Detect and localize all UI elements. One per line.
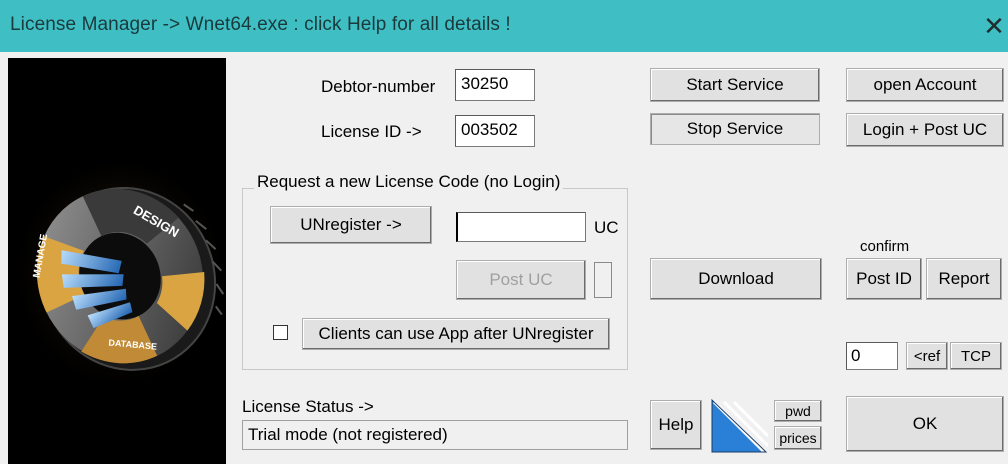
ref-button[interactable]: <ref bbox=[906, 342, 948, 370]
license-id-field[interactable]: 003502 bbox=[455, 115, 535, 147]
unregister-button[interactable]: UNregister -> bbox=[270, 206, 432, 244]
uc-indicator bbox=[594, 262, 612, 298]
ok-button[interactable]: OK bbox=[846, 396, 1004, 452]
start-service-button[interactable]: Start Service bbox=[650, 68, 820, 102]
gear-logo-icon: MANAGE DESIGN DATABASE bbox=[8, 58, 230, 464]
report-button[interactable]: Report bbox=[926, 258, 1002, 300]
license-status-field: Trial mode (not registered) bbox=[242, 420, 628, 450]
help-button[interactable]: Help bbox=[650, 400, 702, 450]
close-icon[interactable]: ✕ bbox=[980, 8, 1008, 44]
request-license-group-title: Request a new License Code (no Login) bbox=[254, 172, 564, 192]
window-title: License Manager -> Wnet64.exe : click He… bbox=[10, 14, 511, 35]
post-uc-button[interactable]: Post UC bbox=[456, 260, 586, 300]
clients-can-use-button[interactable]: Clients can use App after UNregister bbox=[302, 318, 610, 350]
clients-can-use-checkbox[interactable] bbox=[273, 325, 288, 340]
stripes-brand-icon bbox=[708, 398, 768, 454]
confirm-label: confirm bbox=[860, 238, 910, 255]
license-id-label: License ID -> bbox=[321, 122, 422, 141]
debtor-number-label: Debtor-number bbox=[321, 77, 436, 96]
pwd-button[interactable]: pwd bbox=[774, 400, 822, 422]
login-post-uc-button[interactable]: Login + Post UC bbox=[846, 113, 1004, 147]
post-id-button[interactable]: Post ID bbox=[846, 258, 922, 300]
uc-code-input[interactable] bbox=[456, 212, 586, 242]
title-bar: License Manager -> Wnet64.exe : click He… bbox=[0, 0, 1008, 52]
license-manager-window: License Manager -> Wnet64.exe : click He… bbox=[0, 0, 1008, 464]
debtor-number-field[interactable]: 30250 bbox=[455, 69, 535, 101]
open-account-button[interactable]: open Account bbox=[846, 68, 1004, 102]
ref-counter-field[interactable]: 0 bbox=[846, 342, 898, 370]
stop-service-button[interactable]: Stop Service bbox=[650, 113, 820, 145]
prices-button[interactable]: prices bbox=[774, 426, 822, 450]
license-status-label: License Status -> bbox=[242, 397, 374, 416]
uc-label: UC bbox=[594, 218, 619, 237]
download-button[interactable]: Download bbox=[650, 258, 822, 300]
gear-logo-graphic: MANAGE DESIGN DATABASE bbox=[10, 153, 230, 393]
tcp-button[interactable]: TCP bbox=[950, 342, 1002, 370]
